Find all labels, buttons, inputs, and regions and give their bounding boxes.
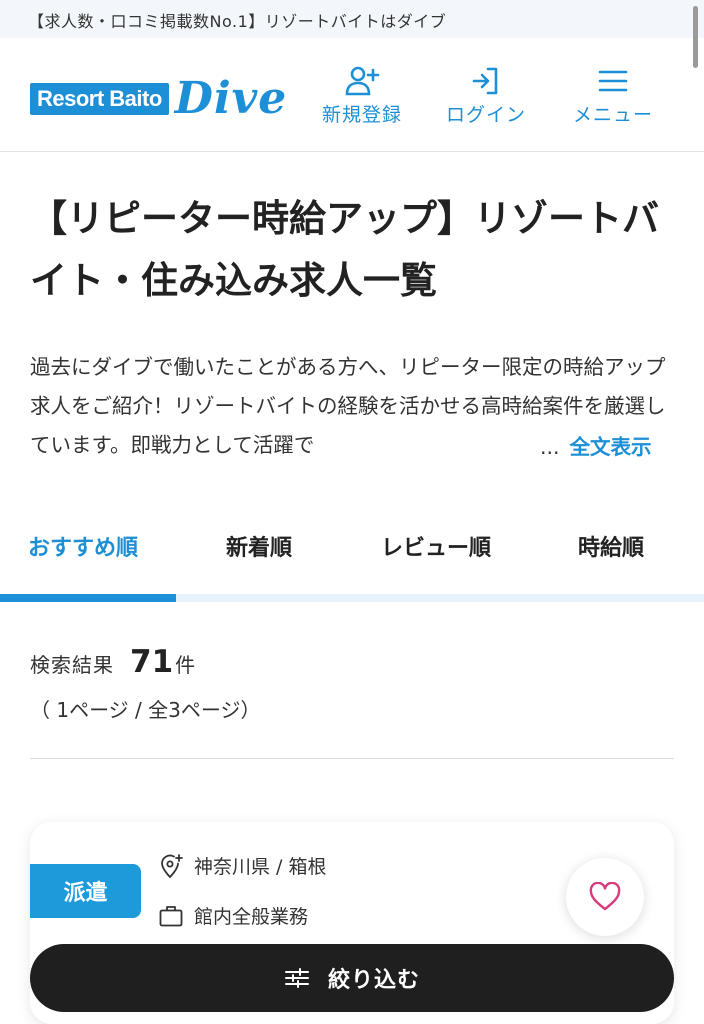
- logo-resort-baito: Resort Baito: [30, 83, 169, 115]
- filter-button[interactable]: 絞り込む: [30, 944, 674, 1012]
- tab-reviews[interactable]: レビュー順: [381, 530, 491, 562]
- filter-label: 絞り込む: [327, 968, 420, 993]
- show-full-text-link[interactable]: 全文表示: [570, 435, 652, 459]
- menu-button[interactable]: メニュー: [558, 64, 668, 134]
- job-type-text: 館内全般業務: [194, 906, 309, 928]
- register-button[interactable]: 新規登録: [307, 64, 417, 134]
- active-tab-indicator: [0, 594, 176, 602]
- pagination-info: （ 1ページ / 全3ページ）: [30, 698, 261, 722]
- results-count: 71: [130, 644, 174, 680]
- tab-newest[interactable]: 新着順: [226, 530, 292, 562]
- site-header: Resort Baito Dive 新規登録 ログイン メニュー: [0, 38, 704, 152]
- user-plus-icon: [345, 66, 380, 96]
- hamburger-menu-icon: [598, 70, 628, 92]
- search-results-summary: 検索結果 71 件: [30, 644, 195, 680]
- tab-hourly-wage[interactable]: 時給順: [578, 530, 644, 562]
- location-text: 神奈川県 / 箱根: [194, 856, 327, 878]
- login-icon: [472, 67, 498, 95]
- sort-tabs: おすすめ順 新着順 レビュー順 時給順: [0, 510, 704, 602]
- location-pin-icon: [161, 853, 183, 878]
- register-label: 新規登録: [321, 104, 402, 126]
- favorite-button[interactable]: [566, 858, 644, 936]
- site-logo[interactable]: Resort Baito Dive: [30, 73, 288, 124]
- results-unit: 件: [175, 653, 196, 677]
- page-title: 【リピーター時給アップ】リゾートバイト・住み込み求人一覧: [30, 197, 659, 302]
- top-announcement-bar: 【求人数・口コミ掲載数No.1】リゾートバイトはダイブ: [0, 0, 704, 38]
- menu-label: メニュー: [572, 104, 653, 126]
- divider: [30, 758, 674, 759]
- description-ellipsis: ...: [540, 435, 560, 459]
- employment-type-badge: 派遣: [30, 864, 141, 918]
- briefcase-icon: [159, 905, 183, 926]
- login-button[interactable]: ログイン: [431, 64, 541, 134]
- logo-dive: Dive: [174, 73, 288, 124]
- description-more: ... 全文表示: [540, 428, 676, 466]
- results-label: 検索結果: [30, 653, 114, 677]
- announcement-text: 【求人数・口コミ掲載数No.1】リゾートバイトはダイブ: [28, 12, 447, 31]
- job-location: 神奈川県 / 箱根: [158, 852, 326, 879]
- login-label: ログイン: [445, 104, 526, 126]
- tab-recommended[interactable]: おすすめ順: [28, 530, 138, 562]
- filter-sliders-icon: [284, 968, 309, 988]
- heart-icon: [589, 882, 621, 911]
- job-type: 館内全般業務: [158, 902, 308, 929]
